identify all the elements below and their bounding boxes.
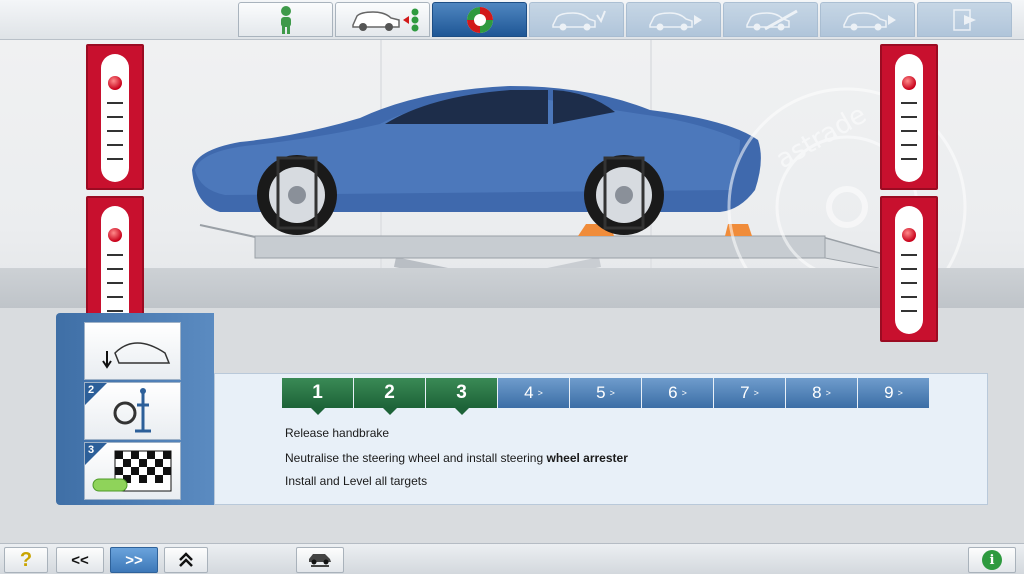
tab-customer[interactable]: [238, 2, 333, 37]
step-5[interactable]: 5 >: [570, 378, 641, 408]
chevron-right-icon: >: [609, 388, 615, 398]
chevron-right-icon: >: [537, 388, 543, 398]
level-bubble-icon: [902, 228, 916, 242]
instruction-line-3: Install and Level all targets: [285, 474, 428, 488]
next-button[interactable]: >>: [110, 547, 158, 573]
tab-5[interactable]: [626, 2, 721, 37]
target-icon: [466, 6, 493, 33]
step-thumb-steering-arrester[interactable]: 2: [84, 382, 181, 440]
info-icon: i: [982, 550, 1002, 570]
handbrake-icon: [102, 342, 171, 369]
step-thumb-handbrake[interactable]: [84, 322, 181, 380]
chevron-right-icon: >: [753, 388, 759, 398]
tab-8[interactable]: [917, 2, 1012, 37]
step-6[interactable]: 6 >: [642, 378, 713, 408]
top-tab-bar: [0, 0, 1024, 40]
level-bubble-icon: [902, 76, 916, 90]
workshop-floor: [0, 268, 1024, 308]
info-button[interactable]: i: [968, 547, 1016, 573]
lift-button[interactable]: [296, 547, 344, 573]
bottom-toolbar: ? << >> i: [0, 543, 1024, 574]
step-4[interactable]: 4 >: [498, 378, 569, 408]
person-icon: [280, 5, 291, 34]
level-gauge-left-top: [86, 44, 144, 190]
step-thumb-targets[interactable]: 3: [84, 442, 181, 500]
level-gauge-right-top: [880, 44, 938, 190]
step-7[interactable]: 7 >: [714, 378, 785, 408]
instruction-panel: 1 2 3 4 > 5 > 6 > 7 > 8 > 9 > Release handbrak…: [214, 373, 988, 505]
step-3[interactable]: 3: [426, 378, 497, 415]
chevron-right-icon: >: [681, 388, 687, 398]
step-progress-bar: 1 2 3 4 > 5 > 6 > 7 > 8 > 9 >: [282, 378, 930, 415]
export-icon: [952, 8, 976, 31]
step-9[interactable]: 9 >: [858, 378, 929, 408]
tab-4[interactable]: [529, 2, 624, 37]
step-8[interactable]: 8 >: [786, 378, 857, 408]
instruction-line-2: Neutralise the steering wheel and instal…: [285, 451, 628, 465]
step-1[interactable]: 1: [282, 378, 353, 415]
help-icon: ?: [19, 548, 33, 571]
car-check-icon: [351, 8, 418, 31]
tab-7[interactable]: [820, 2, 915, 37]
car-play-icon: [648, 11, 702, 30]
tab-vehicle-check[interactable]: [335, 2, 430, 37]
procedure-step-panel: 2 3: [56, 313, 214, 505]
car-play-icon: [842, 11, 896, 30]
instruction-line-1: Release handbrake: [285, 426, 390, 440]
chevron-right-icon: >: [825, 388, 831, 398]
level-gauge-right-bottom: [880, 196, 938, 342]
car-check-icon: [551, 10, 606, 30]
chevron-right-icon: >: [897, 388, 903, 398]
car-wrench-icon: [745, 9, 798, 30]
car-lift-icon: [309, 554, 331, 567]
level-bubble-icon: [108, 76, 122, 90]
up-button[interactable]: [164, 547, 208, 573]
step-2[interactable]: 2: [354, 378, 425, 415]
tab-alignment[interactable]: [432, 2, 527, 37]
help-button[interactable]: ?: [4, 547, 48, 573]
level-bubble-icon: [108, 228, 122, 242]
double-chevron-up-icon: [179, 552, 193, 567]
previous-button[interactable]: <<: [56, 547, 104, 573]
tab-6[interactable]: [723, 2, 818, 37]
